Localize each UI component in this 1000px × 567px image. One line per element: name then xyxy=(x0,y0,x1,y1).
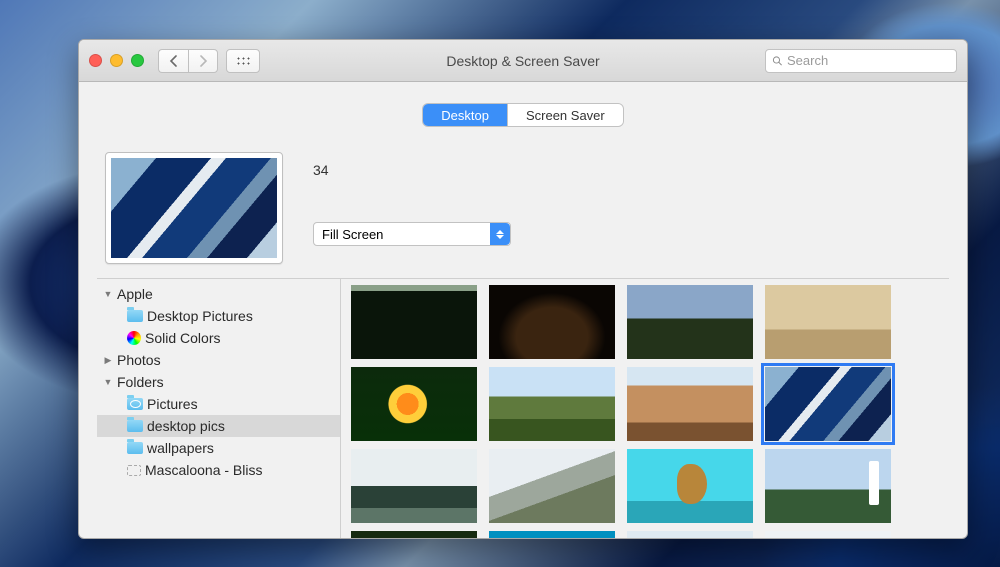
folder-icon xyxy=(127,442,143,454)
grid-icon xyxy=(236,56,250,66)
preferences-window: Desktop & Screen Saver Desktop Screen Sa… xyxy=(78,39,968,539)
search-icon xyxy=(772,55,783,67)
thumbnail[interactable] xyxy=(489,449,615,523)
item-label: wallpapers xyxy=(147,440,214,456)
back-button[interactable] xyxy=(158,49,188,73)
thumbnail[interactable] xyxy=(351,285,477,359)
thumbnail[interactable] xyxy=(489,531,615,538)
sidebar-item-pictures[interactable]: Pictures xyxy=(97,393,340,415)
item-label: Mascaloona - Bliss xyxy=(145,462,263,478)
item-label: Desktop Pictures xyxy=(147,308,253,324)
preview-info: 34 Fill Screen xyxy=(313,152,511,246)
group-label: Photos xyxy=(117,352,161,368)
desktop-preview xyxy=(105,152,283,264)
thumbnail-selected[interactable] xyxy=(765,367,891,441)
thumbnail[interactable] xyxy=(489,367,615,441)
source-sidebar: ▼ Apple Desktop Pictures Solid Colors ▶ … xyxy=(97,279,341,538)
zoom-icon[interactable] xyxy=(131,54,144,67)
group-label: Apple xyxy=(117,286,153,302)
stepper-arrows-icon xyxy=(490,223,510,245)
thumbnail[interactable] xyxy=(765,531,891,538)
preview-row: 34 Fill Screen xyxy=(97,152,949,264)
thumbnail[interactable] xyxy=(351,367,477,441)
sidebar-group-apple[interactable]: ▼ Apple xyxy=(97,283,340,305)
sidebar-item-solid-colors[interactable]: Solid Colors xyxy=(97,327,340,349)
image-name-label: 34 xyxy=(313,162,511,178)
sidebar-item-mascaloona-bliss[interactable]: Mascaloona - Bliss xyxy=(97,459,340,481)
tab-group: Desktop Screen Saver xyxy=(423,104,622,126)
fill-mode-value: Fill Screen xyxy=(322,227,383,242)
titlebar: Desktop & Screen Saver xyxy=(79,40,967,82)
search-input[interactable] xyxy=(787,53,950,68)
sidebar-item-desktop-pictures[interactable]: Desktop Pictures xyxy=(97,305,340,327)
pictures-folder-icon xyxy=(127,398,143,410)
tab-screensaver[interactable]: Screen Saver xyxy=(508,104,623,126)
thumbnail-grid xyxy=(341,279,949,538)
thumbnail[interactable] xyxy=(627,449,753,523)
color-wheel-icon xyxy=(127,331,141,345)
group-label: Folders xyxy=(117,374,164,390)
item-label: Solid Colors xyxy=(145,330,220,346)
chevron-left-icon xyxy=(169,55,178,67)
thumbnail[interactable] xyxy=(765,449,891,523)
item-label: desktop pics xyxy=(147,418,225,434)
disclosure-right-icon: ▶ xyxy=(103,355,113,366)
preview-image xyxy=(111,158,277,258)
chevron-right-icon xyxy=(199,55,208,67)
forward-button[interactable] xyxy=(188,49,218,73)
missing-image-icon xyxy=(127,465,141,476)
thumbnail[interactable] xyxy=(489,285,615,359)
content-split: ▼ Apple Desktop Pictures Solid Colors ▶ … xyxy=(97,278,949,538)
disclosure-down-icon: ▼ xyxy=(103,289,113,299)
thumbnail[interactable] xyxy=(627,285,753,359)
tab-label: Screen Saver xyxy=(526,108,605,123)
thumbnail[interactable] xyxy=(351,531,477,538)
folder-icon xyxy=(127,310,143,322)
sidebar-group-photos[interactable]: ▶ Photos xyxy=(97,349,340,371)
thumbnail[interactable] xyxy=(351,449,477,523)
thumbnail[interactable] xyxy=(627,531,753,538)
item-label: Pictures xyxy=(147,396,198,412)
thumbnail[interactable] xyxy=(765,285,891,359)
window-body: Desktop Screen Saver 34 Fill Screen ▼ Ap… xyxy=(79,82,967,538)
sidebar-item-wallpapers[interactable]: wallpapers xyxy=(97,437,340,459)
nav-buttons xyxy=(158,49,218,73)
show-all-button[interactable] xyxy=(226,49,260,73)
thumbnail[interactable] xyxy=(627,367,753,441)
tab-label: Desktop xyxy=(441,108,489,123)
sidebar-item-desktop-pics[interactable]: desktop pics xyxy=(97,415,340,437)
minimize-icon[interactable] xyxy=(110,54,123,67)
close-icon[interactable] xyxy=(89,54,102,67)
folder-icon xyxy=(127,420,143,432)
sidebar-group-folders[interactable]: ▼ Folders xyxy=(97,371,340,393)
search-field[interactable] xyxy=(765,49,957,73)
window-controls xyxy=(89,54,144,67)
tab-desktop[interactable]: Desktop xyxy=(423,104,508,126)
fill-mode-select[interactable]: Fill Screen xyxy=(313,222,511,246)
disclosure-down-icon: ▼ xyxy=(103,377,113,387)
